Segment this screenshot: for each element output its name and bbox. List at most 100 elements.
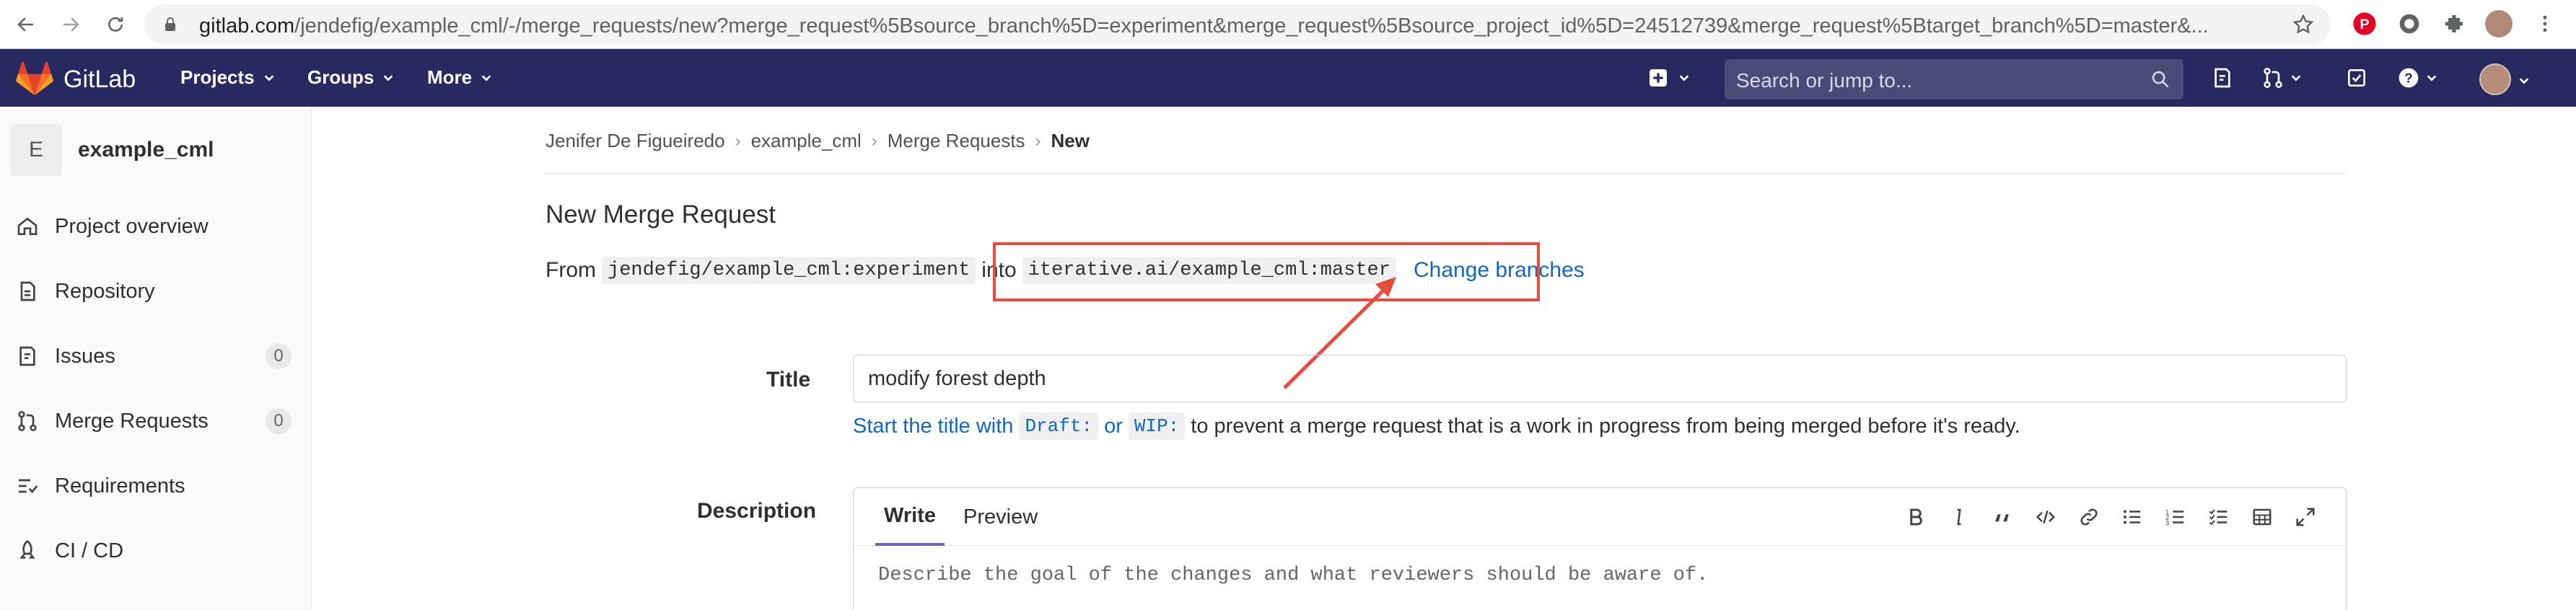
hint-start-link[interactable]: Start the title with	[853, 415, 1013, 438]
lock-icon	[165, 17, 175, 31]
issues-count-badge: 0	[266, 343, 292, 369]
todos-shortcut[interactable]	[2345, 63, 2368, 92]
svg-text:?: ?	[2404, 71, 2412, 86]
numbered-list-icon[interactable]: 123	[2161, 503, 2190, 531]
title-hint: Start the title with Draft: or WIP: to p…	[853, 412, 2020, 440]
sidebar-item-issues[interactable]: Issues 0	[16, 336, 297, 376]
new-item-dropdown[interactable]	[1647, 63, 1690, 92]
description-editor: Write Preview 123 Describe the goal of t…	[853, 487, 2347, 610]
link-icon[interactable]	[2075, 503, 2103, 531]
page-title: New Merge Request	[546, 200, 776, 229]
rocket-icon	[19, 539, 35, 559]
gitlab-logo[interactable]: GitLab	[16, 62, 136, 97]
url-text: gitlab.com/jendefig/example_cml/-/merge_…	[199, 14, 2209, 37]
plus-square-icon	[1650, 69, 1667, 87]
sidebar-item-label: CI / CD	[55, 539, 124, 562]
help-icon: ?	[2398, 68, 2419, 88]
browser-chrome: gitlab.com/jendefig/example_cml/-/merge_…	[0, 0, 2576, 49]
chevron-down-icon	[2427, 75, 2437, 81]
annotation-highlight-box	[993, 242, 1540, 301]
hint-or-text: or	[1104, 414, 1123, 438]
sidebar-item-label: Issues	[55, 344, 115, 368]
requirements-icon	[19, 479, 38, 493]
issues-icon	[2214, 68, 2230, 88]
doc-icon	[20, 281, 35, 301]
sidebar-item-ci-cd[interactable]: CI / CD	[16, 531, 297, 571]
projects-menu[interactable]: Projects	[180, 66, 275, 89]
italic-icon[interactable]	[1945, 503, 1973, 531]
gitlab-brand-text: GitLab	[63, 65, 136, 93]
quote-icon[interactable]	[1988, 503, 2017, 531]
description-label: Description	[697, 499, 817, 523]
project-header[interactable]: E example_cml	[10, 124, 214, 176]
editor-tabs: Write Preview 123	[854, 488, 2346, 546]
hint-wip-code[interactable]: WIP:	[1128, 412, 1186, 440]
project-name: example_cml	[78, 138, 214, 162]
description-textarea[interactable]: Describe the goal of the changes and wha…	[878, 565, 1708, 586]
bookmark-star-icon[interactable]	[2292, 13, 2315, 36]
reload-button[interactable]	[98, 7, 133, 42]
project-sidebar: E example_cml Project overview Repositor…	[0, 107, 312, 610]
chevron-down-icon	[2291, 75, 2301, 81]
project-avatar: E	[10, 124, 62, 176]
sidebar-item-merge-requests[interactable]: Merge Requests 0	[16, 401, 297, 441]
more-menu[interactable]: More	[427, 66, 492, 89]
groups-menu-label: Groups	[307, 66, 374, 88]
title-input-value: modify forest depth	[868, 366, 1046, 390]
divider	[546, 173, 2347, 174]
merge-requests-count-badge: 0	[266, 408, 292, 434]
sidebar-item-requirements[interactable]: Requirements	[16, 466, 297, 506]
breadcrumb-separator: ›	[871, 131, 877, 151]
bullet-list-icon[interactable]	[2118, 503, 2147, 531]
merge-request-icon	[18, 411, 37, 431]
task-list-icon[interactable]	[2204, 503, 2233, 531]
browser-menu-icon[interactable]	[2530, 9, 2560, 39]
from-label: From	[546, 258, 596, 282]
sidebar-item-project-overview[interactable]: Project overview	[16, 206, 297, 247]
breadcrumb-separator: ›	[735, 131, 741, 151]
projects-menu-label: Projects	[180, 66, 255, 88]
breadcrumb-project[interactable]: example_cml	[751, 130, 862, 152]
pinterest-extension-icon[interactable]: P	[2349, 9, 2380, 39]
breadcrumb-merge-requests[interactable]: Merge Requests	[888, 130, 1025, 152]
groups-menu[interactable]: Groups	[307, 66, 394, 89]
home-icon	[17, 217, 38, 235]
breadcrumb-user[interactable]: Jenifer De Figueiredo	[546, 130, 725, 152]
code-icon[interactable]	[2031, 503, 2060, 531]
sidebar-item-label: Requirements	[55, 474, 185, 498]
sidebar-item-label: Merge Requests	[55, 409, 209, 433]
forward-button[interactable]	[53, 7, 88, 42]
issues-shortcut[interactable]	[2211, 63, 2234, 92]
fullscreen-icon[interactable]	[2291, 503, 2320, 531]
issues-icon	[19, 346, 35, 366]
search-input[interactable]: Search or jump to...	[1725, 59, 2183, 100]
tab-write[interactable]: Write	[875, 488, 945, 546]
profile-avatar-icon[interactable]	[2484, 9, 2514, 39]
tab-preview[interactable]: Preview	[963, 488, 1038, 546]
chevron-down-icon	[384, 74, 393, 81]
title-input[interactable]: modify forest depth	[853, 355, 2347, 402]
extension-circle-icon[interactable]	[2394, 9, 2424, 39]
bold-icon[interactable]	[1901, 503, 1930, 531]
hint-draft-code[interactable]: Draft:	[1019, 412, 1099, 440]
chevron-down-icon[interactable]	[2518, 75, 2530, 87]
sidebar-item-label: Repository	[55, 279, 155, 303]
table-icon[interactable]	[2248, 503, 2277, 531]
reload-icon	[108, 17, 123, 32]
user-avatar[interactable]	[2479, 63, 2511, 95]
address-bar[interactable]: gitlab.com/jendefig/example_cml/-/merge_…	[144, 4, 2331, 45]
search-icon	[2152, 71, 2169, 88]
back-button[interactable]	[9, 7, 43, 42]
more-menu-label: More	[427, 66, 473, 88]
breadcrumb-separator: ›	[1035, 131, 1041, 151]
help-menu[interactable]: ?	[2397, 63, 2437, 92]
svg-text:P: P	[2360, 17, 2369, 32]
chevron-down-icon	[481, 74, 491, 81]
extensions-puzzle-icon[interactable]	[2439, 9, 2469, 39]
sidebar-item-repository[interactable]: Repository	[16, 271, 297, 311]
merge-requests-shortcut[interactable]	[2261, 63, 2302, 92]
breadcrumb-current[interactable]: New	[1051, 130, 1090, 152]
back-arrow-icon	[17, 17, 33, 32]
chevron-down-icon	[1679, 75, 1689, 81]
todo-check-icon	[2348, 69, 2365, 87]
